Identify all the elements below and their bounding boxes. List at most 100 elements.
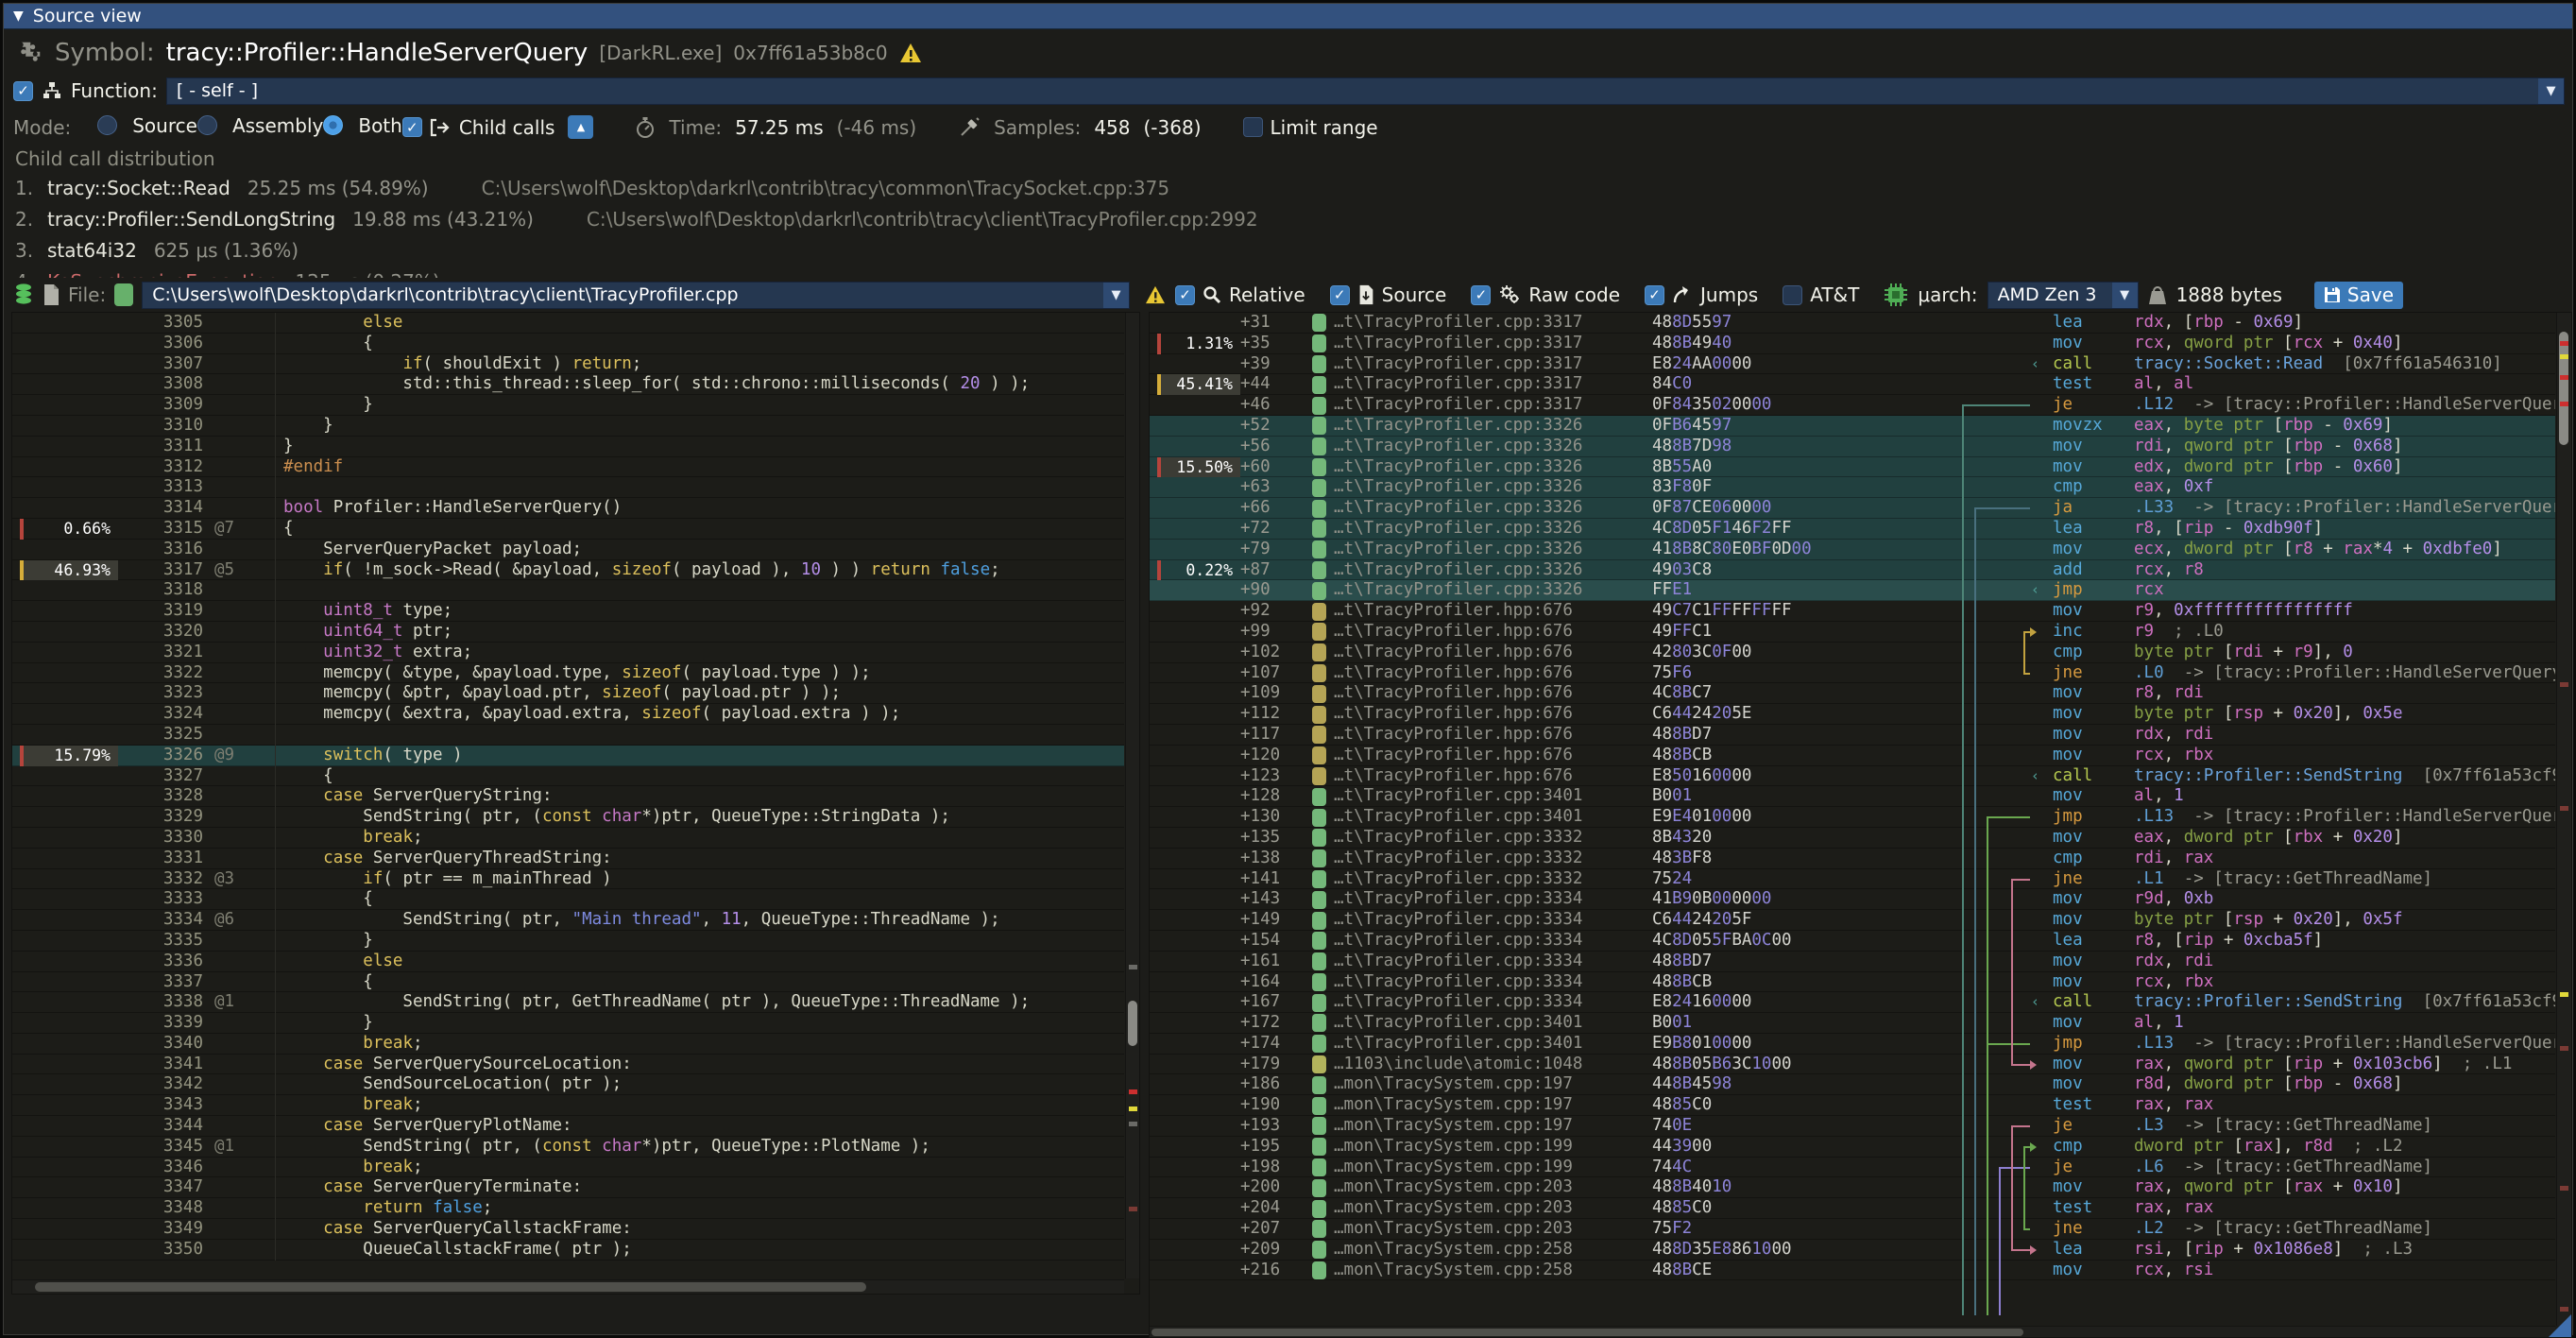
jumps-checkbox[interactable] [1645, 285, 1664, 305]
asm-row[interactable]: +198…mon\TracySystem.cpp:199744Cje.L6 ->… [1150, 1158, 2555, 1178]
asm-source-location[interactable]: …mon\TracySystem.cpp:197 [1312, 1074, 1652, 1095]
source-line[interactable]: 3333 { [12, 889, 1124, 910]
asm-row[interactable]: +138…t\TracyProfiler.cpp:3332483BF8cmprd… [1150, 849, 2555, 869]
asm-source-location[interactable]: …t\TracyProfiler.cpp:3334 [1312, 931, 1652, 952]
jumps-toggle[interactable]: Jumps [1645, 283, 1758, 306]
asm-source-location[interactable]: …t\TracyProfiler.cpp:3317 [1312, 313, 1652, 334]
asm-row[interactable]: +79…t\TracyProfiler.cpp:3326418B8C80E0BF… [1150, 540, 2555, 560]
source-line[interactable]: 3305 else [12, 313, 1124, 334]
asm-source-location[interactable]: …mon\TracySystem.cpp:258 [1312, 1240, 1652, 1261]
asm-row[interactable]: 15.50%+60…t\TracyProfiler.cpp:33268B55A0… [1150, 457, 2555, 478]
asm-source-location[interactable]: …t\TracyProfiler.cpp:3317 [1312, 354, 1652, 375]
asm-row[interactable]: +92…t\TracyProfiler.hpp:67649C7C1FFFFFFF… [1150, 601, 2555, 622]
save-button[interactable]: Save [2314, 282, 2403, 309]
source-line[interactable]: 3321 uint32_t extra; [12, 643, 1124, 663]
source-line[interactable]: 3342 SendSourceLocation( ptr ); [12, 1074, 1124, 1095]
asm-row[interactable]: +186…mon\TracySystem.cpp:197448B4598movr… [1150, 1074, 2555, 1095]
asm-row[interactable]: +109…t\TracyProfiler.hpp:6764C8BC7movr8,… [1150, 683, 2555, 704]
asm-row[interactable]: +107…t\TracyProfiler.hpp:67675F6jne.L0 -… [1150, 663, 2555, 684]
asm-source-location[interactable]: …t\TracyProfiler.cpp:3334 [1312, 952, 1652, 972]
scrollbar-thumb[interactable] [35, 1282, 866, 1292]
asm-source-location[interactable]: …t\TracyProfiler.cpp:3326 [1312, 580, 1652, 601]
asm-row[interactable]: +56…t\TracyProfiler.cpp:3326488B7D98movr… [1150, 437, 2555, 457]
source-line[interactable]: 3340 break; [12, 1034, 1124, 1055]
asm-row[interactable]: +120…t\TracyProfiler.hpp:676488BCBmovrcx… [1150, 746, 2555, 766]
asm-source-location[interactable]: …t\TracyProfiler.cpp:3332 [1312, 828, 1652, 849]
source-line[interactable]: 3348 return false; [12, 1198, 1124, 1219]
asm-source-location[interactable]: …t\TracyProfiler.hpp:676 [1312, 622, 1652, 643]
source-line[interactable]: 3349 case ServerQueryCallstackFrame: [12, 1219, 1124, 1240]
asm-row[interactable]: +193…mon\TracySystem.cpp:197740Eje.L3 ->… [1150, 1116, 2555, 1137]
source-line[interactable]: 3347 case ServerQueryTerminate: [12, 1177, 1124, 1198]
mode-option-source[interactable]: Source [97, 114, 197, 137]
source-line[interactable]: 3345@1 SendString( ptr, (const char*)ptr… [12, 1137, 1124, 1158]
resize-grip[interactable] [2549, 1314, 2571, 1337]
collapse-child-calls-button[interactable]: ▲ [568, 115, 593, 139]
asm-row[interactable]: +135…t\TracyProfiler.cpp:33328B4320movea… [1150, 828, 2555, 849]
asm-row[interactable]: +130…t\TracyProfiler.cpp:3401E9E4010000j… [1150, 807, 2555, 828]
asm-source-location[interactable]: …t\TracyProfiler.cpp:3326 [1312, 498, 1652, 519]
asm-row[interactable]: +123…t\TracyProfiler.hpp:676E850160000ca… [1150, 766, 2555, 787]
source-line[interactable]: 3314bool Profiler::HandleServerQuery() [12, 498, 1124, 519]
source-line[interactable]: 3332@3 if( ptr == m_mainThread ) [12, 869, 1124, 890]
asm-source-location[interactable]: …t\TracyProfiler.cpp:3326 [1312, 437, 1652, 457]
limit-range-toggle[interactable]: Limit range [1243, 116, 1378, 139]
asm-row[interactable]: +216…mon\TracySystem.cpp:258488BCEmovrcx… [1150, 1261, 2555, 1281]
asm-source-location[interactable]: …t\TracyProfiler.cpp:3401 [1312, 1013, 1652, 1034]
asm-row[interactable]: +102…t\TracyProfiler.hpp:67642803C0F00cm… [1150, 643, 2555, 663]
relative-toggle[interactable]: Relative [1175, 283, 1305, 306]
source-line[interactable]: 3306 { [12, 334, 1124, 354]
source-line[interactable]: 3320 uint64_t ptr; [12, 622, 1124, 643]
att-toggle[interactable]: AT&T [1783, 283, 1859, 306]
asm-source-location[interactable]: …t\TracyProfiler.hpp:676 [1312, 725, 1652, 746]
assembly-horizontal-scrollbar[interactable] [1150, 1326, 2555, 1337]
assembly-vertical-scrollbar[interactable] [2556, 313, 2571, 1326]
asm-row[interactable]: +31…t\TracyProfiler.cpp:3317488D5597lear… [1150, 313, 2555, 334]
chevron-down-icon[interactable]: ▼ [1103, 283, 1129, 308]
asm-source-location[interactable]: …t\TracyProfiler.cpp:3401 [1312, 1034, 1652, 1055]
source-line[interactable]: 3307 if( shouldExit ) return; [12, 354, 1124, 375]
asm-source-location[interactable]: …t\TracyProfiler.cpp:3334 [1312, 910, 1652, 931]
source-line[interactable]: 3335 } [12, 931, 1124, 952]
asm-row[interactable]: +195…mon\TracySystem.cpp:199443900cmpdwo… [1150, 1137, 2555, 1158]
asm-source-location[interactable]: …t\TracyProfiler.hpp:676 [1312, 704, 1652, 725]
asm-row[interactable]: +154…t\TracyProfiler.cpp:33344C8D055FBA0… [1150, 931, 2555, 952]
collapse-triangle-icon[interactable]: ▼ [13, 9, 24, 24]
source-line[interactable]: 3319 uint8_t type; [12, 601, 1124, 622]
radio-assembly[interactable] [197, 115, 217, 135]
asm-source-location[interactable]: …mon\TracySystem.cpp:197 [1312, 1095, 1652, 1116]
asm-row[interactable]: +39…t\TracyProfiler.cpp:3317E824AA0000ca… [1150, 354, 2555, 375]
asm-source-location[interactable]: …t\TracyProfiler.cpp:3401 [1312, 807, 1652, 828]
source-checkbox[interactable] [1330, 285, 1350, 305]
asm-source-location[interactable]: …t\TracyProfiler.cpp:3326 [1312, 540, 1652, 560]
asm-source-location[interactable]: …t\TracyProfiler.cpp:3326 [1312, 519, 1652, 540]
asm-source-location[interactable]: …mon\TracySystem.cpp:199 [1312, 1158, 1652, 1178]
asm-source-location[interactable]: …t\TracyProfiler.cpp:3317 [1312, 395, 1652, 416]
source-line[interactable]: 3344 case ServerQueryPlotName: [12, 1116, 1124, 1137]
asm-row[interactable]: +72…t\TracyProfiler.cpp:33264C8D05F146F2… [1150, 519, 2555, 540]
asm-source-location[interactable]: …mon\TracySystem.cpp:197 [1312, 1116, 1652, 1137]
asm-row[interactable]: 0.22%+87…t\TracyProfiler.cpp:33264903C8a… [1150, 560, 2555, 581]
source-line[interactable]: 3324 memcpy( &extra, &payload.extra, siz… [12, 704, 1124, 725]
chevron-down-icon[interactable]: ▼ [2112, 283, 2138, 308]
asm-row[interactable]: +179…1103\include\atomic:1048488B05B63C1… [1150, 1055, 2555, 1075]
asm-source-location[interactable]: …t\TracyProfiler.hpp:676 [1312, 746, 1652, 766]
asm-source-location[interactable]: …t\TracyProfiler.cpp:3334 [1312, 992, 1652, 1013]
asm-row[interactable]: 45.41%+44…t\TracyProfiler.cpp:331784C0te… [1150, 374, 2555, 395]
scrollbar-thumb[interactable] [1128, 1001, 1137, 1046]
asm-row[interactable]: +209…mon\TracySystem.cpp:258488D35E88610… [1150, 1240, 2555, 1261]
source-line[interactable]: 3325 [12, 725, 1124, 746]
child-call-item[interactable]: 2.tracy::Profiler::SendLongString19.88 m… [15, 203, 2572, 234]
source-line[interactable]: 3331 case ServerQueryThreadString: [12, 849, 1124, 869]
asm-source-location[interactable]: …t\TracyProfiler.hpp:676 [1312, 683, 1652, 704]
asm-source-location[interactable]: …mon\TracySystem.cpp:258 [1312, 1261, 1652, 1281]
source-line[interactable]: 3313 [12, 477, 1124, 498]
asm-source-location[interactable]: …t\TracyProfiler.cpp:3332 [1312, 849, 1652, 869]
asm-row[interactable]: +174…t\TracyProfiler.cpp:3401E9B8010000j… [1150, 1034, 2555, 1055]
source-line[interactable]: 3323 memcpy( &ptr, &payload.ptr, sizeof(… [12, 683, 1124, 704]
source-line[interactable]: 15.79%3326@9 switch( type ) [12, 746, 1124, 766]
source-line[interactable]: 3328 case ServerQueryString: [12, 786, 1124, 807]
source-line[interactable]: 3309 } [12, 395, 1124, 416]
radio-source[interactable] [97, 115, 117, 135]
asm-source-location[interactable]: …t\TracyProfiler.cpp:3332 [1312, 869, 1652, 890]
